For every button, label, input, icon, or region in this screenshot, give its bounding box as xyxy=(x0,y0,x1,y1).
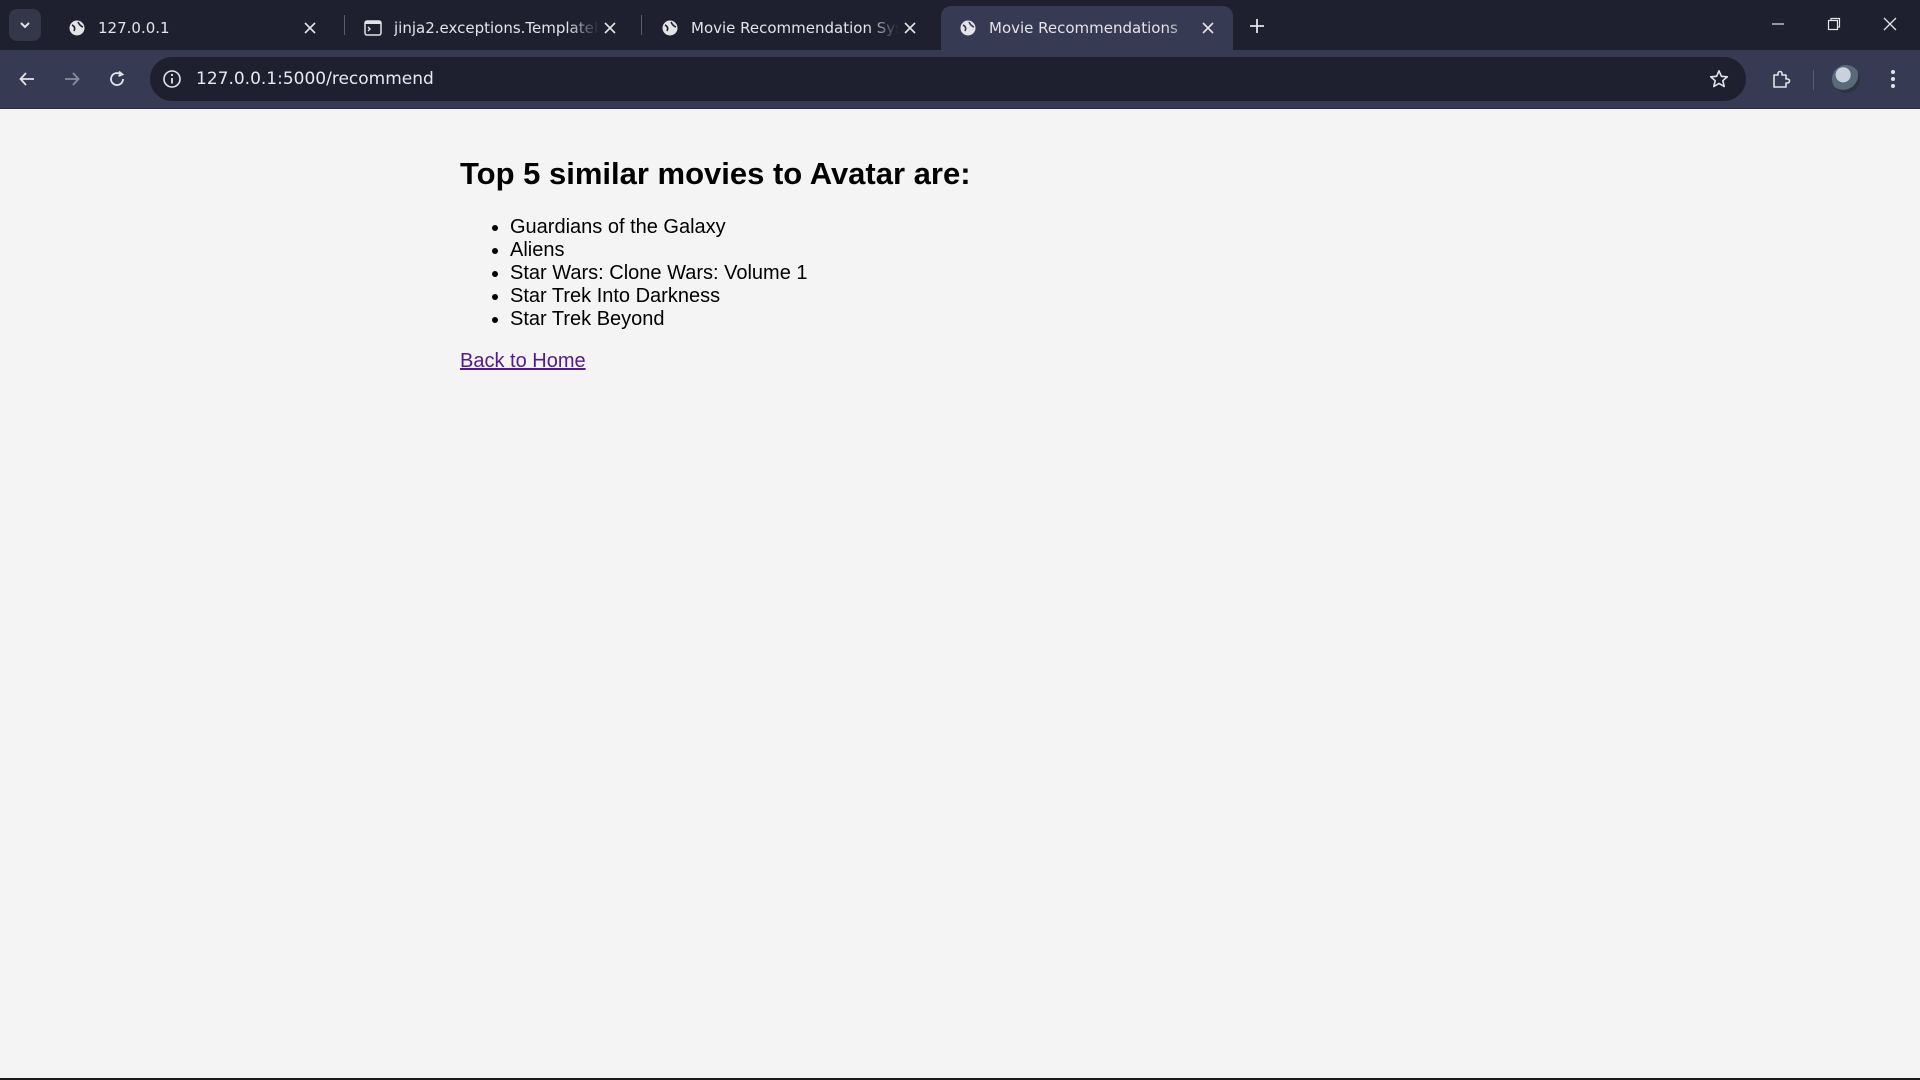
forward-button[interactable] xyxy=(56,63,88,95)
restore-icon xyxy=(1827,17,1841,31)
restore-button[interactable] xyxy=(1806,0,1862,48)
reload-icon xyxy=(110,70,125,86)
reload-button[interactable] xyxy=(101,63,133,95)
web-page: Top 5 similar movies to Avatar are: Guar… xyxy=(0,109,1920,1078)
menu-button[interactable] xyxy=(1877,63,1909,95)
tab-title: Movie Recommendations xyxy=(989,19,1178,37)
plus-icon xyxy=(1250,19,1264,33)
terminal-icon xyxy=(364,19,382,37)
puzzle-icon xyxy=(1773,70,1791,88)
list-item: Star Trek Into Darkness xyxy=(510,285,971,308)
arrow-right-icon xyxy=(65,72,80,86)
back-to-home-link[interactable]: Back to Home xyxy=(460,350,586,373)
back-button[interactable] xyxy=(11,63,43,95)
globe-icon xyxy=(68,19,86,37)
tab-127-0-0-1[interactable]: 127.0.0.1 xyxy=(50,6,335,50)
minimize-icon xyxy=(1772,23,1784,25)
tab-movie-recommendation-system[interactable]: Movie Recommendation System xyxy=(643,6,935,50)
tab-jinja2-error[interactable]: jinja2.exceptions.TemplateNotFound xyxy=(346,6,635,50)
bookmark-star-icon[interactable] xyxy=(1706,66,1732,92)
arrow-left-icon xyxy=(19,72,34,86)
chevron-down-icon xyxy=(20,22,30,29)
list-item: Star Wars: Clone Wars: Volume 1 xyxy=(510,262,971,285)
tab-title: jinja2.exceptions.TemplateNotFound xyxy=(394,19,599,37)
profile-avatar[interactable] xyxy=(1832,65,1860,93)
site-info-icon[interactable] xyxy=(158,65,186,93)
url-text[interactable]: 127.0.0.1:5000/recommend xyxy=(196,69,434,89)
close-icon[interactable] xyxy=(899,17,921,39)
window-close-button[interactable] xyxy=(1862,0,1918,48)
tab-separator xyxy=(344,15,345,35)
list-item: Aliens xyxy=(510,239,971,262)
tab-movie-recommendations[interactable]: Movie Recommendations xyxy=(941,6,1233,50)
new-tab-button[interactable] xyxy=(1242,11,1272,41)
list-item: Guardians of the Galaxy xyxy=(510,216,971,239)
toolbar-separator xyxy=(1813,70,1814,90)
tab-strip: 127.0.0.1 jinja2.exceptions.TemplateNotF… xyxy=(0,0,1920,50)
close-icon[interactable] xyxy=(299,17,321,39)
extensions-button[interactable] xyxy=(1765,63,1797,95)
globe-icon xyxy=(959,19,977,37)
tab-separator xyxy=(641,15,642,35)
movie-list: Guardians of the Galaxy Aliens Star Wars… xyxy=(510,216,971,331)
list-item: Star Trek Beyond xyxy=(510,308,971,331)
close-icon[interactable] xyxy=(599,17,621,39)
address-bar[interactable]: 127.0.0.1:5000/recommend xyxy=(150,57,1746,101)
page-heading: Top 5 similar movies to Avatar are: xyxy=(460,156,971,191)
globe-icon xyxy=(661,19,679,37)
minimize-button[interactable] xyxy=(1750,0,1806,48)
close-icon[interactable] xyxy=(1197,17,1219,39)
more-vertical-icon xyxy=(1891,70,1895,88)
recommendations-section: Top 5 similar movies to Avatar are: Guar… xyxy=(460,156,971,373)
close-icon xyxy=(1883,17,1897,31)
tab-search-button[interactable] xyxy=(9,9,41,41)
tab-title: Movie Recommendation System xyxy=(691,19,899,37)
tab-title: 127.0.0.1 xyxy=(98,19,170,37)
browser-toolbar: 127.0.0.1:5000/recommend xyxy=(0,50,1920,108)
